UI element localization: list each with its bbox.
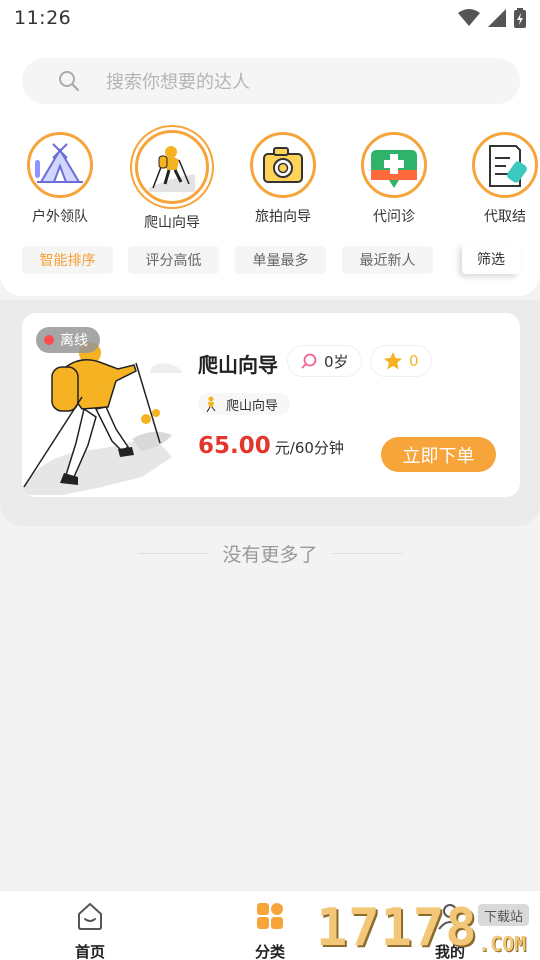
filter-button[interactable]: 筛选 xyxy=(462,244,520,274)
price: 65.00 元/60分钟 xyxy=(198,433,344,459)
tent-icon xyxy=(27,132,93,198)
tab-label: 首页 xyxy=(74,943,105,960)
category-item-report[interactable]: 代取结 xyxy=(450,132,540,226)
tab-label: 分类 xyxy=(254,943,285,960)
search-icon xyxy=(59,71,80,92)
category-label: 旅拍向导 xyxy=(255,209,311,225)
card-title: 爬山向导 xyxy=(198,353,278,377)
star-icon xyxy=(384,352,402,370)
watermark-number: 17178 xyxy=(316,898,478,958)
category-label: 代取结 xyxy=(484,209,526,225)
tab-category[interactable]: 分类 xyxy=(220,901,320,960)
sort-orders[interactable]: 单量最多 xyxy=(235,246,326,274)
category-item-photo[interactable]: 旅拍向导 xyxy=(228,132,338,226)
no-more-text: 没有更多了 xyxy=(222,543,318,566)
divider xyxy=(331,552,402,554)
signal-icon xyxy=(488,9,506,27)
divider xyxy=(138,552,209,554)
status-bar: 11:26 xyxy=(0,0,540,36)
category-item-medical[interactable]: 代问诊 xyxy=(339,132,449,226)
category-label: 代问诊 xyxy=(373,209,415,225)
order-now-button[interactable]: 立即下单 xyxy=(381,437,496,472)
tab-home[interactable]: 首页 xyxy=(40,901,140,960)
no-more-indicator: 没有更多了 xyxy=(0,540,540,566)
wifi-icon xyxy=(458,9,480,26)
category-label: 户外领队 xyxy=(32,209,88,225)
sort-rating[interactable]: 评分高低 xyxy=(128,246,219,274)
status-icons xyxy=(458,8,526,28)
grid-icon xyxy=(257,903,283,929)
guide-card[interactable]: 离线 爬山向导 0岁 0 爬山向导 65.00 元/60分钟 立即下单 xyxy=(22,313,520,497)
category-row: 户外领队 爬山向导 旅拍向导 代问诊 代取结 xyxy=(0,130,540,232)
watermark-logo: 17178 下载站 .COM xyxy=(316,898,540,960)
top-panel: 搜索你想要的达人 户外领队 爬山向导 旅拍向导 代问诊 代取结 智能排序 评分高… xyxy=(0,36,540,296)
price-value: 65.00 xyxy=(198,433,271,459)
category-item-outdoor[interactable]: 户外领队 xyxy=(5,132,115,226)
camera-icon xyxy=(250,132,316,198)
hiker-icon xyxy=(135,130,209,204)
medical-icon xyxy=(361,132,427,198)
report-icon xyxy=(472,132,538,198)
watermark-domain: .COM xyxy=(478,932,527,956)
rating-pill: 0 xyxy=(370,345,432,377)
offline-label: 离线 xyxy=(60,333,88,349)
hiker-small-icon xyxy=(206,396,216,413)
age-text: 0岁 xyxy=(324,352,349,371)
category-tag-label: 爬山向导 xyxy=(226,398,279,414)
offline-dot xyxy=(44,335,54,345)
sort-smart[interactable]: 智能排序 xyxy=(22,246,113,274)
search-placeholder: 搜索你想要的达人 xyxy=(106,72,250,93)
status-time: 11:26 xyxy=(14,7,72,29)
search-input[interactable]: 搜索你想要的达人 xyxy=(22,58,520,104)
sort-newest[interactable]: 最近新人 xyxy=(342,246,433,274)
offline-badge: 离线 xyxy=(36,327,100,353)
price-unit: 元/60分钟 xyxy=(274,439,344,457)
gender-female-icon xyxy=(301,353,317,369)
category-tag: 爬山向导 xyxy=(198,393,291,415)
category-label: 爬山向导 xyxy=(144,215,200,231)
watermark-tag: 下载站 xyxy=(478,904,530,926)
sort-bar: 智能排序 评分高低 单量最多 最近新人 筛选 xyxy=(22,244,520,274)
category-item-climbing[interactable]: 爬山向导 xyxy=(117,130,227,232)
age-pill: 0岁 xyxy=(287,345,362,377)
battery-icon xyxy=(514,8,526,28)
rating-text: 0 xyxy=(409,352,419,370)
home-icon xyxy=(78,903,102,930)
